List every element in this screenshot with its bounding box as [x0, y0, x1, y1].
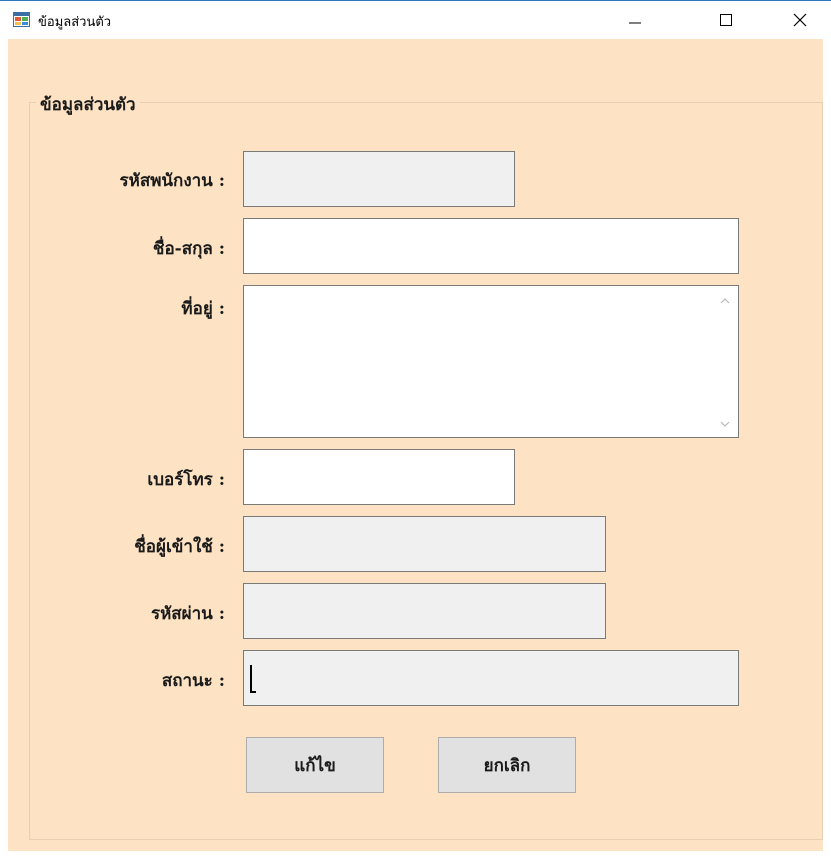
employee-id-label: รหัสพนักงาน : [119, 171, 226, 191]
groupbox-title: ข้อมูลส่วนตัว [36, 91, 140, 118]
address-textarea[interactable] [243, 285, 739, 438]
status-field[interactable] [243, 650, 739, 706]
employee-id-field[interactable] [243, 151, 515, 207]
scroll-down-icon[interactable] [719, 419, 731, 429]
address-label: ที่อยู่ : [181, 299, 225, 319]
phone-field[interactable] [243, 449, 515, 505]
username-field[interactable] [243, 516, 606, 572]
minimize-icon [629, 22, 641, 24]
password-field[interactable] [243, 583, 606, 639]
title-bar[interactable]: ข้อมูลส่วนตัว [0, 1, 831, 39]
scroll-up-icon[interactable] [719, 296, 731, 306]
close-icon [793, 13, 807, 27]
minimize-button[interactable] [612, 1, 658, 39]
phone-label: เบอร์โทร : [147, 470, 225, 490]
full-name-field[interactable] [243, 218, 739, 274]
edit-button[interactable]: แก้ไข [246, 737, 384, 793]
username-label: ชื่อผู้เข้าใช้ : [134, 537, 225, 557]
window-title: ข้อมูลส่วนตัว [38, 15, 112, 30]
password-label: รหัสผ่าน : [150, 604, 225, 624]
app-window-icon [13, 12, 30, 27]
status-label: สถานะ : [161, 671, 225, 691]
cancel-button[interactable]: ยกเลิก [438, 737, 576, 793]
text-caret [250, 665, 256, 693]
close-button[interactable] [777, 1, 823, 39]
maximize-button[interactable] [703, 1, 749, 39]
maximize-icon [720, 14, 732, 26]
full-name-label: ชื่อ-สกุล : [152, 239, 225, 259]
window: ข้อมูลส่วนตัว ข้อมูลส่วนตัว รหัสพนักงาน … [0, 0, 831, 858]
